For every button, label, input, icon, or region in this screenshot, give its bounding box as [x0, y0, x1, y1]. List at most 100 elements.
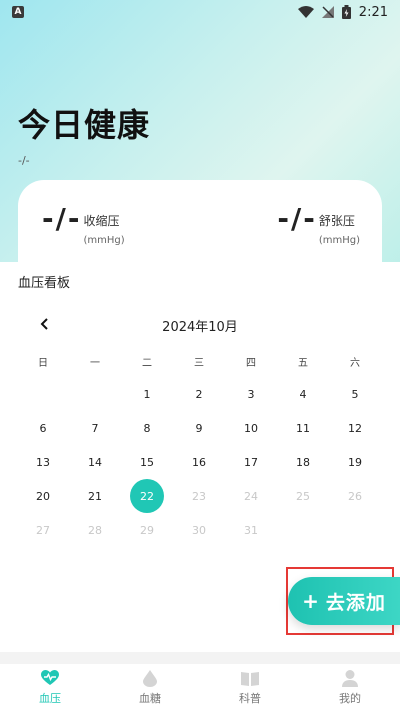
diastolic-metric: -/- 舒张压 (mmHg) — [277, 202, 360, 246]
bottom-tab-bar: 血压 血糖 科普 我的 — [0, 664, 400, 711]
calendar-day-number: 3 — [247, 387, 255, 401]
calendar-week-row: 6 7 8 9 10 11 12 — [17, 411, 381, 445]
calendar-day: 24 — [225, 479, 277, 513]
diastolic-label: 舒张压 — [318, 214, 355, 228]
calendar-day-number: 1 — [143, 387, 151, 401]
calendar-day-number: 9 — [195, 421, 203, 435]
calendar-day-number: 8 — [143, 421, 151, 435]
weekday-label: 四 — [246, 358, 256, 369]
weekday-label: 二 — [142, 358, 152, 369]
calendar-day[interactable]: 4 — [277, 377, 329, 411]
tab-profile[interactable]: 我的 — [300, 664, 400, 711]
calendar-header: 2024年10月 — [0, 314, 400, 336]
tab-blood-pressure[interactable]: 血压 — [0, 664, 100, 711]
calendar-day-number: 16 — [192, 455, 206, 469]
page-date: -/- — [18, 154, 30, 167]
calendar-day[interactable]: 17 — [225, 445, 277, 479]
tab-label: 血压 — [39, 692, 61, 705]
calendar-day-number: 27 — [36, 523, 50, 537]
diastolic-value: -/- — [277, 202, 317, 235]
calendar-day-number: 11 — [296, 421, 310, 435]
calendar-day-number: 31 — [244, 523, 258, 537]
calendar-day-number: 12 — [348, 421, 362, 435]
calendar-day-number: 29 — [140, 523, 154, 537]
calendar-day[interactable]: 12 — [329, 411, 381, 445]
status-time: 2:21 — [358, 4, 388, 20]
calendar-month-label: 2024年10月 — [162, 320, 238, 335]
calendar-week-row: 13 14 15 16 17 18 19 — [17, 445, 381, 479]
weekday-label: 日 — [38, 358, 48, 369]
calendar-day[interactable]: 5 — [329, 377, 381, 411]
calendar-day-number: 7 — [91, 421, 99, 435]
calendar-day-number: 19 — [348, 455, 362, 469]
calendar-week-row: 27 28 29 30 31 — [17, 513, 381, 547]
status-icons: 2:21 — [297, 4, 388, 20]
weekday-label: 三 — [194, 358, 204, 369]
calendar-day[interactable]: 11 — [277, 411, 329, 445]
bottom-divider — [0, 652, 400, 664]
calendar-day: 27 — [17, 513, 69, 547]
calendar-day-number: 13 — [36, 455, 50, 469]
systolic-text: 收缩压 (mmHg) — [83, 202, 124, 246]
calendar-day-number: 18 — [296, 455, 310, 469]
weekday-label: 一 — [90, 358, 100, 369]
calendar-day[interactable]: 16 — [173, 445, 225, 479]
drop-icon — [140, 669, 160, 687]
calendar-day[interactable]: 18 — [277, 445, 329, 479]
calendar-week-row: 1 2 3 4 5 — [17, 377, 381, 411]
calendar-day[interactable]: 10 — [225, 411, 277, 445]
add-record-button[interactable]: + 去添加 — [288, 577, 400, 625]
diastolic-text: 舒张压 (mmHg) — [319, 202, 360, 246]
calendar-day[interactable]: 13 — [17, 445, 69, 479]
calendar-day[interactable]: 19 — [329, 445, 381, 479]
battery-icon — [341, 5, 351, 19]
tab-label: 科普 — [239, 692, 261, 705]
calendar-day: 31 — [225, 513, 277, 547]
summary-card: -/- 收缩压 (mmHg) -/- 舒张压 (mmHg) — [18, 180, 382, 262]
calendar-day-number: 6 — [39, 421, 47, 435]
calendar-day[interactable]: 8 — [121, 411, 173, 445]
calendar-days-grid: 1 2 3 4 5 6 7 8 9 10 11 12 13 14 15 16 17 18 19 20 21 22 23 24 2… — [17, 377, 381, 547]
diastolic-unit: (mmHg) — [318, 235, 360, 246]
calendar-day-number: 15 — [140, 455, 154, 469]
calendar-day-number: 22 — [130, 479, 164, 513]
tab-label: 我的 — [339, 692, 361, 705]
status-bar: A 2:21 — [0, 0, 400, 24]
tab-label: 血糖 — [139, 692, 161, 705]
plus-icon: + — [302, 589, 320, 613]
calendar-day[interactable]: 2 — [173, 377, 225, 411]
calendar-day: 29 — [121, 513, 173, 547]
page-title: 今日健康 — [18, 106, 151, 144]
calendar-day[interactable]: 3 — [225, 377, 277, 411]
tab-knowledge[interactable]: 科普 — [200, 664, 300, 711]
calendar-day-selected[interactable]: 22 — [121, 479, 173, 513]
calendar-day: 25 — [277, 479, 329, 513]
calendar-day[interactable]: 15 — [121, 445, 173, 479]
weekday-label: 五 — [298, 358, 308, 369]
wifi-icon — [297, 6, 314, 18]
systolic-metric: -/- 收缩压 (mmHg) — [42, 202, 125, 246]
person-icon — [340, 669, 360, 687]
calendar-day-number: 26 — [348, 489, 362, 503]
systolic-unit: (mmHg) — [83, 235, 125, 246]
signal-off-icon — [321, 6, 334, 18]
calendar-day[interactable]: 21 — [69, 479, 121, 513]
calendar-day-number: 14 — [88, 455, 102, 469]
app-notification-icon: A — [12, 6, 24, 18]
calendar-day[interactable]: 7 — [69, 411, 121, 445]
tab-blood-sugar[interactable]: 血糖 — [100, 664, 200, 711]
book-icon — [240, 669, 260, 687]
calendar-day[interactable]: 14 — [69, 445, 121, 479]
calendar-day: 26 — [329, 479, 381, 513]
calendar-day[interactable]: 6 — [17, 411, 69, 445]
weekday-row: 日一二三四五六 — [17, 354, 381, 370]
calendar-empty-cell — [69, 377, 121, 411]
calendar-day[interactable]: 9 — [173, 411, 225, 445]
calendar-day-number: 20 — [36, 489, 50, 503]
calendar-day-number: 30 — [192, 523, 206, 537]
calendar-day-number: 25 — [296, 489, 310, 503]
calendar-day: 28 — [69, 513, 121, 547]
calendar-day[interactable]: 20 — [17, 479, 69, 513]
calendar-day-number: 17 — [244, 455, 258, 469]
calendar-day[interactable]: 1 — [121, 377, 173, 411]
